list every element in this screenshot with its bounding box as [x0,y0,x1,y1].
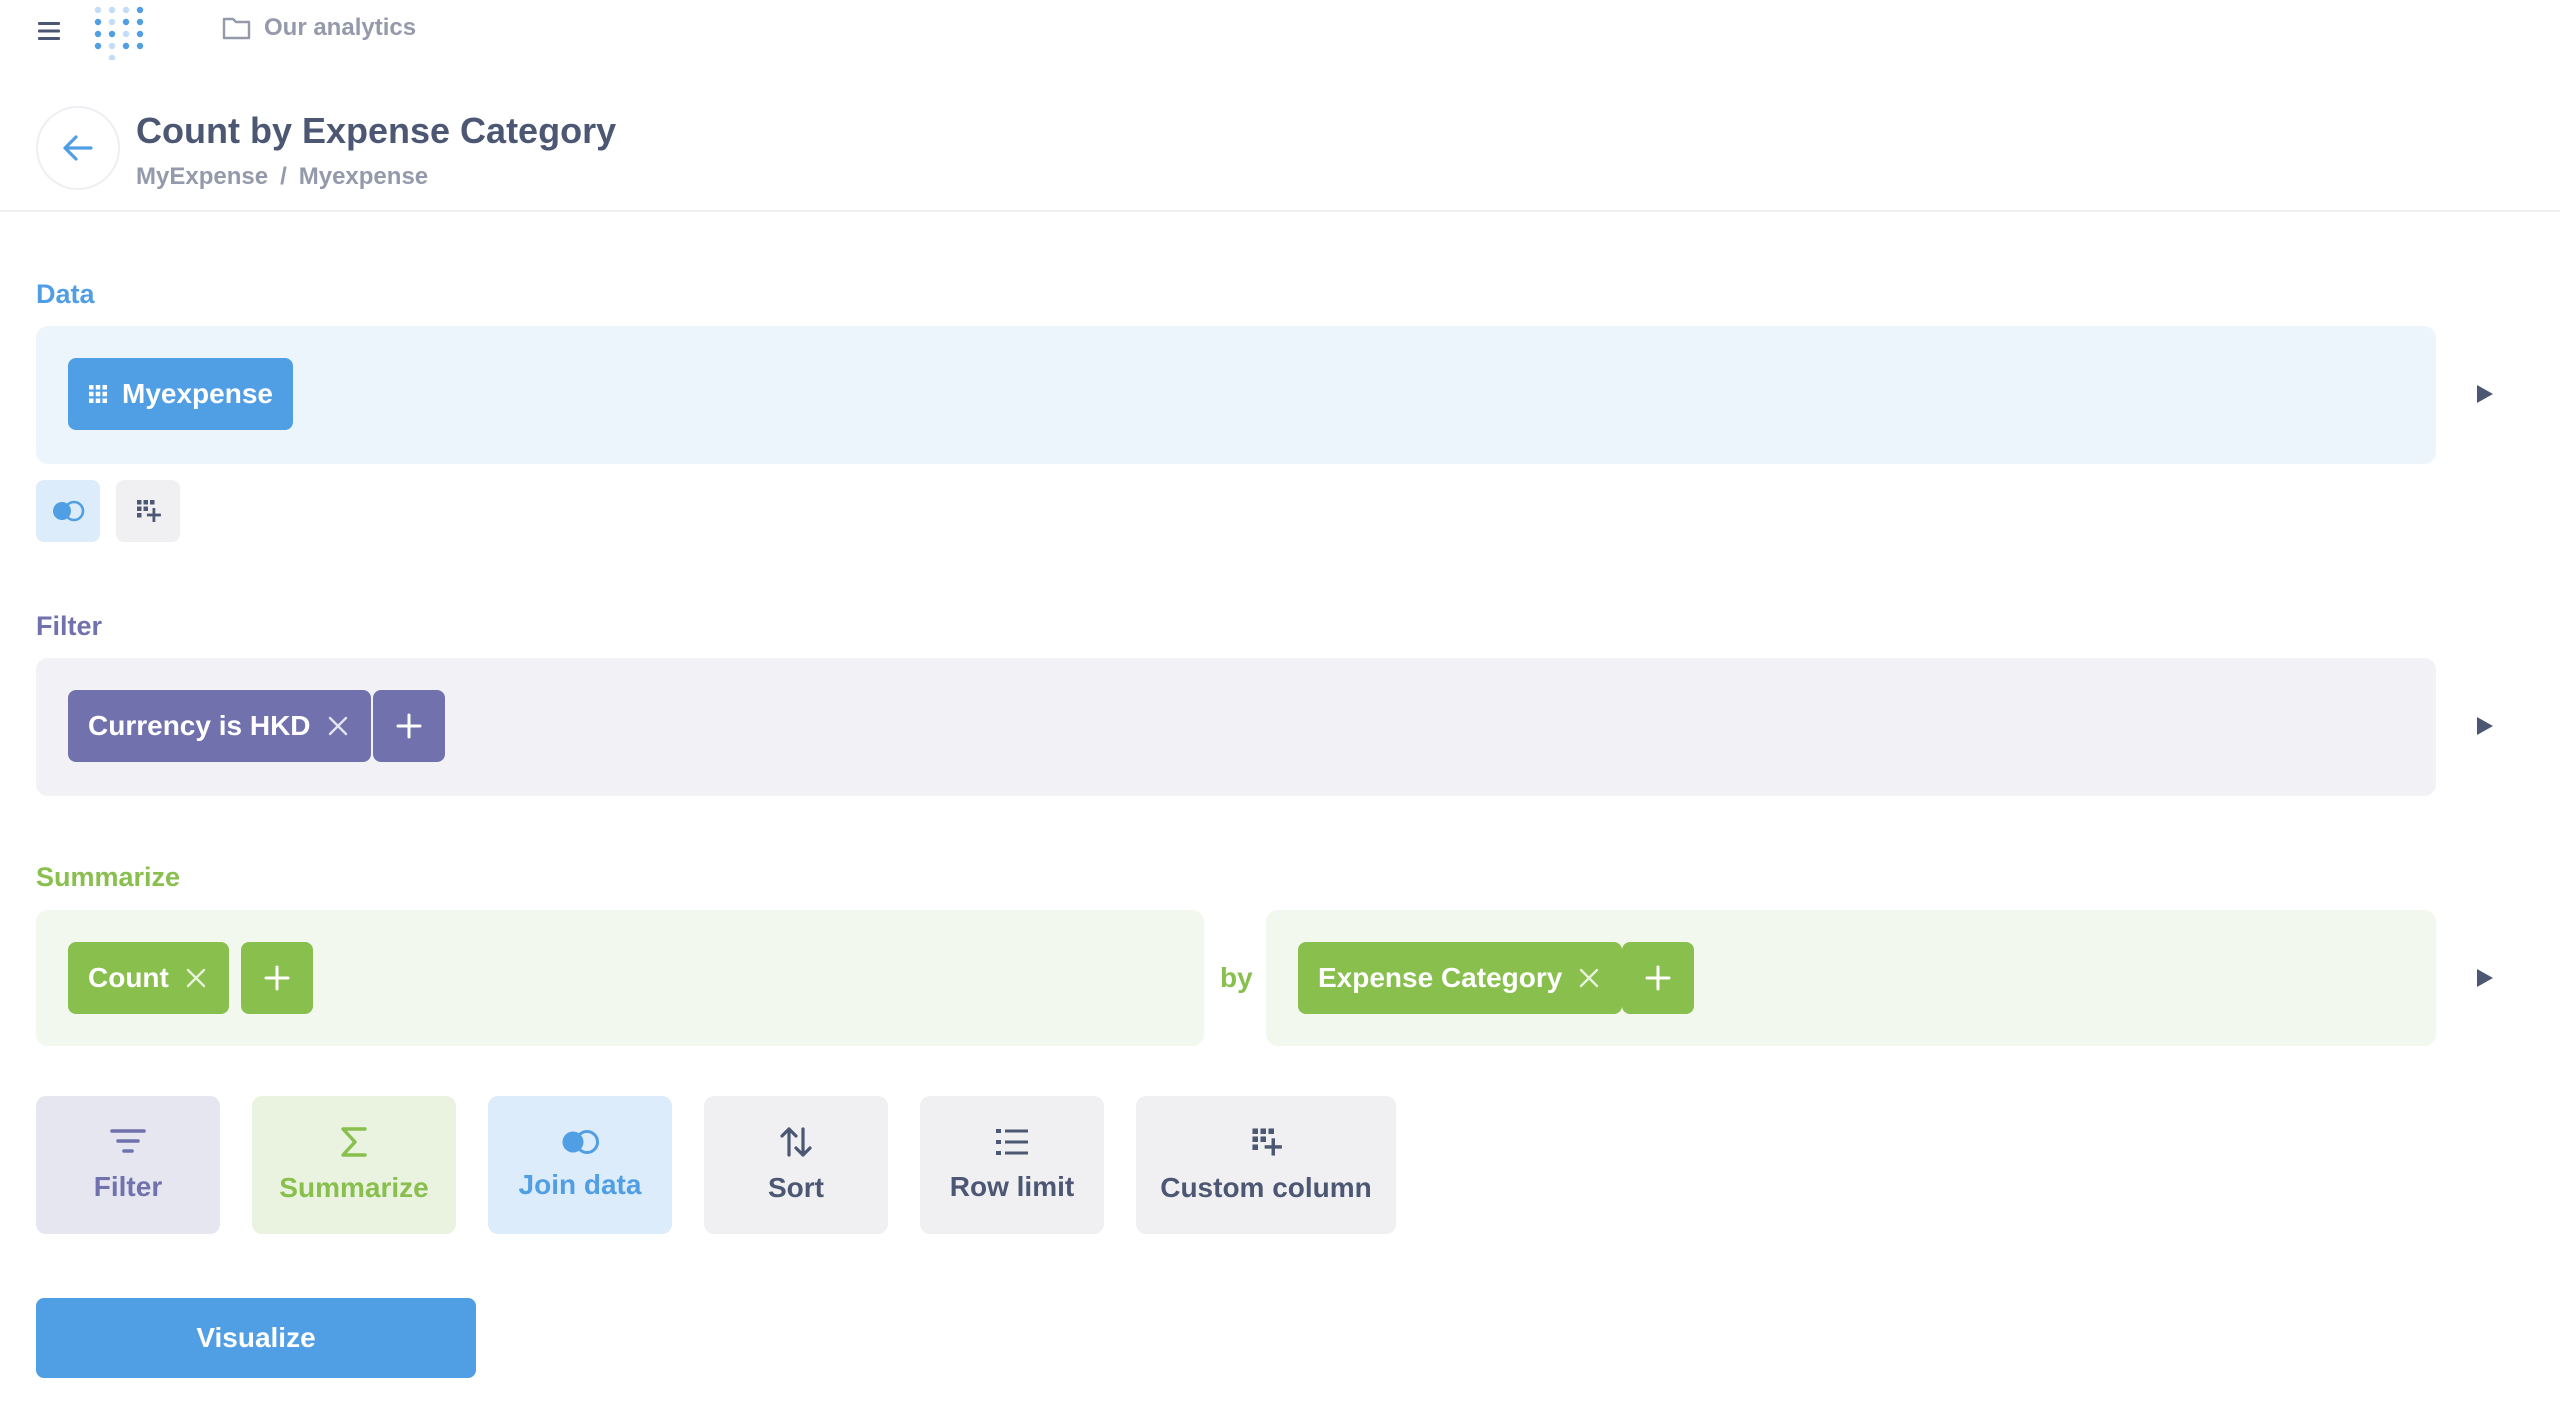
action-summarize-button[interactable]: Summarize [252,1096,456,1234]
join-icon [560,1129,600,1155]
action-custom-column-label: Custom column [1160,1172,1372,1203]
action-summarize-label: Summarize [279,1172,429,1203]
action-join-button[interactable]: Join data [488,1096,672,1234]
add-metric-button[interactable] [241,942,313,1014]
breadcrumb-separator: / [280,163,287,190]
breakout-pill-expense-category[interactable]: Expense Category [1298,942,1623,1014]
action-join-label: Join data [518,1169,642,1200]
filter-icon [110,1127,146,1157]
arrow-left-icon [61,133,95,163]
collection-link[interactable]: Our analytics [222,14,416,42]
filter-pill[interactable]: Currency is HKD [68,690,371,762]
sigma-icon [339,1126,369,1158]
plus-icon [1644,964,1672,992]
metric-pill-count[interactable]: Count [68,942,229,1014]
summarize-step-label: Summarize [36,862,181,892]
data-source-pill[interactable]: Myexpense [68,358,293,430]
action-sort-button[interactable]: Sort [704,1096,888,1234]
data-step-box [36,326,2436,464]
close-icon[interactable] [1576,965,1602,991]
action-row-limit-label: Row limit [949,1171,1075,1202]
add-breakout-button[interactable] [1622,942,1694,1014]
preview-summarize-icon[interactable] [2472,966,2496,990]
close-icon[interactable] [183,965,209,991]
collection-label: Our analytics [264,14,417,41]
action-row-limit-button[interactable]: Row limit [920,1096,1104,1234]
filter-pill-label: Currency is HKD [88,710,311,741]
question-title[interactable]: Count by Expense Category [136,110,616,152]
data-source-name: Myexpense [122,378,273,409]
action-custom-column-button[interactable]: Custom column [1136,1096,1396,1234]
action-filter-label: Filter [93,1171,163,1202]
add-filter-button[interactable] [373,690,445,762]
breadcrumb-database[interactable]: MyExpense [136,163,268,191]
visualize-button[interactable]: Visualize [36,1298,476,1378]
data-step-label: Data [36,279,95,309]
breakout-pill-label: Expense Category [1318,962,1563,993]
sort-icon [779,1126,813,1158]
preview-filter-icon[interactable] [2472,714,2496,738]
hamburger-menu-icon[interactable] [34,16,66,46]
filter-step-label: Filter [36,611,103,641]
back-button[interactable] [36,106,120,190]
join-data-small-button[interactable] [36,480,100,542]
custom-column-small-button[interactable] [116,480,180,542]
close-icon[interactable] [325,713,351,739]
metabase-logo[interactable] [92,4,156,60]
add-column-icon [135,498,161,524]
add-column-icon [1250,1126,1282,1158]
plus-icon [263,964,291,992]
action-sort-label: Sort [768,1172,824,1203]
join-icon [51,500,85,522]
breadcrumb-table[interactable]: Myexpense [299,163,428,191]
folder-icon [222,15,252,41]
action-filter-button[interactable]: Filter [36,1096,220,1234]
header-divider [0,210,2560,212]
table-grid-icon [88,384,108,404]
preview-data-icon[interactable] [2472,382,2496,406]
list-icon [995,1127,1029,1157]
breadcrumb: MyExpense / Myexpense [136,163,428,191]
top-nav: Our analytics [0,0,2560,62]
by-label: by [1220,962,1253,993]
metric-pill-label: Count [88,962,169,993]
plus-icon [395,712,423,740]
